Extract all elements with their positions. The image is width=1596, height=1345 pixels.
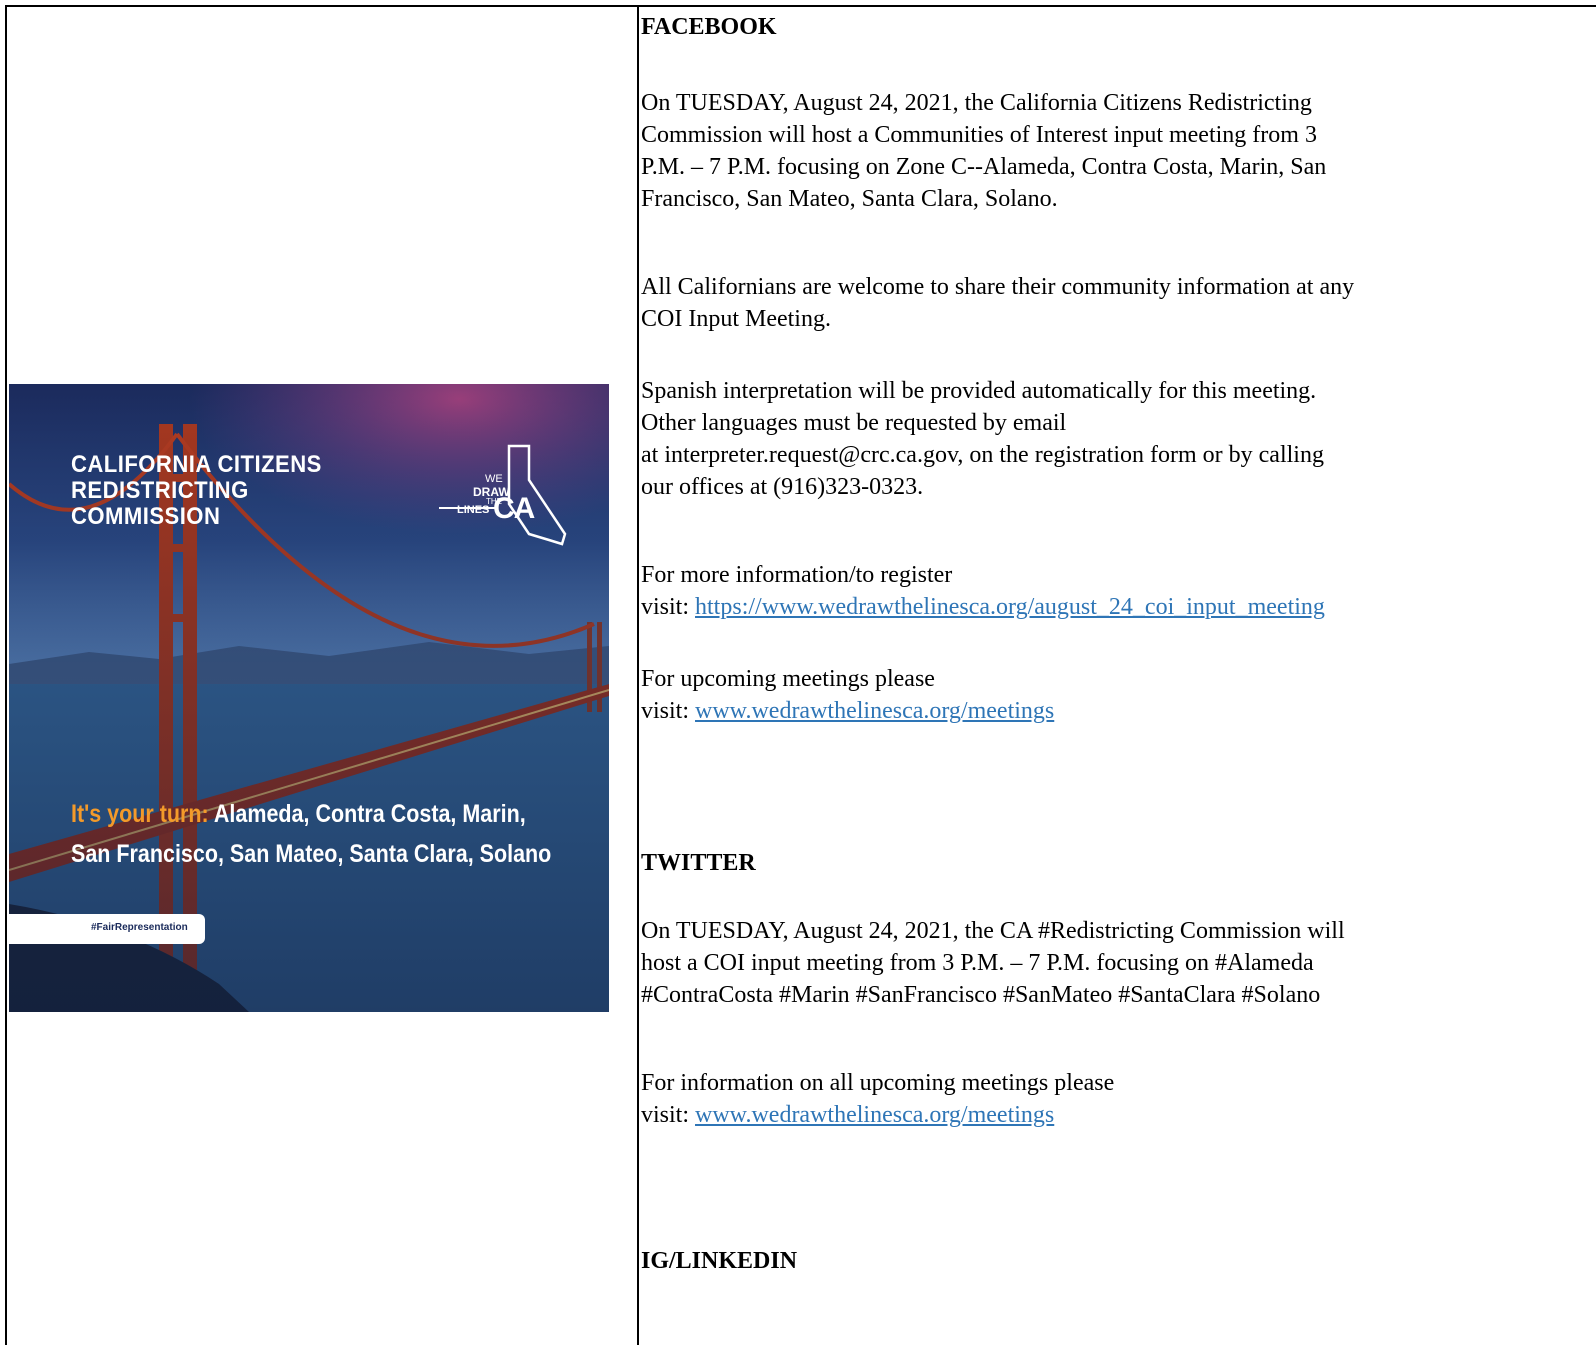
ig-linkedin-heading: IG/LINKEDIN [641, 1248, 798, 1274]
tagline-line2: San Francisco, San Mateo, Santa Clara, S… [71, 840, 552, 868]
twitter-meetings-link[interactable]: www.wedrawthelinesca.org/meetings [695, 1102, 1054, 1128]
upcoming-intro: For upcoming meetings please [641, 666, 935, 692]
register-intro: For more information/to register [641, 562, 953, 588]
facebook-paragraph-line: All Californians are welcome to share th… [641, 274, 1355, 300]
facebook-paragraph-line: Other languages must be requested by ema… [641, 410, 1067, 436]
facebook-paragraph-line: COI Input Meeting. [641, 306, 831, 332]
meetings-line: visit: www.wedrawthelinesca.org/meetings [641, 696, 1054, 726]
twitter-paragraph-line: host a COI input meeting from 3 P.M. – 7… [641, 950, 1314, 976]
graphic-title-line: REDISTRICTING [71, 477, 249, 504]
twitter-paragraph-line: On TUESDAY, August 24, 2021, the CA #Red… [641, 918, 1345, 944]
facebook-paragraph-line: Francisco, San Mateo, Santa Clara, Solan… [641, 186, 1058, 212]
hashtag-text: #FairRepresentation [91, 922, 188, 933]
meetings-link[interactable]: www.wedrawthelinesca.org/meetings [695, 698, 1054, 724]
twitter-heading: TWITTER [641, 850, 756, 876]
graphic-tagline: It's your turn: Alameda, Contra Costa, M… [71, 794, 551, 874]
facebook-paragraph-line: at interpreter.request@crc.ca.gov, on th… [641, 442, 1324, 468]
twitter-paragraph-line: #ContraCosta #Marin #SanFrancisco #SanMa… [641, 982, 1321, 1008]
visit-label: visit: [641, 594, 696, 620]
facebook-paragraph-line: Spanish interpretation will be provided … [641, 378, 1317, 404]
logo-ca: CA [493, 492, 535, 525]
visit-label: visit: [641, 698, 696, 724]
facebook-paragraph-line: On TUESDAY, August 24, 2021, the Califor… [641, 90, 1312, 116]
facebook-heading: FACEBOOK [641, 14, 777, 40]
facebook-paragraph-line: Commission will host a Communities of In… [641, 122, 1317, 148]
graphic-title: CALIFORNIA CITIZENS REDISTRICTING COMMIS… [71, 452, 344, 530]
tagline-accent: It's your turn: [71, 800, 209, 828]
register-link[interactable]: https://www.wedrawthelinesca.org/august_… [695, 594, 1325, 620]
logo-lines: LINES [457, 504, 490, 516]
graphic-title-line: COMMISSION [71, 503, 221, 530]
promo-graphic: CALIFORNIA CITIZENS REDISTRICTING COMMIS… [9, 384, 609, 1012]
twitter-info-intro: For information on all upcoming meetings… [641, 1070, 1115, 1096]
column-divider [637, 5, 639, 1345]
register-line: visit: https://www.wedrawthelinesca.org/… [641, 592, 1325, 622]
hashtag-badge: #FairRepresentation [9, 914, 205, 944]
facebook-paragraph-line: P.M. – 7 P.M. focusing on Zone C--Alamed… [641, 154, 1327, 180]
twitter-meetings-line: visit: www.wedrawthelinesca.org/meetings [641, 1100, 1054, 1130]
facebook-paragraph-line: our offices at (916)323-0323. [641, 474, 924, 500]
logo-we: WE [485, 473, 503, 485]
tagline-line1: Alameda, Contra Costa, Marin, [213, 800, 526, 828]
graphic-title-line: CALIFORNIA CITIZENS [71, 451, 322, 478]
visit-label: visit: [641, 1102, 696, 1128]
